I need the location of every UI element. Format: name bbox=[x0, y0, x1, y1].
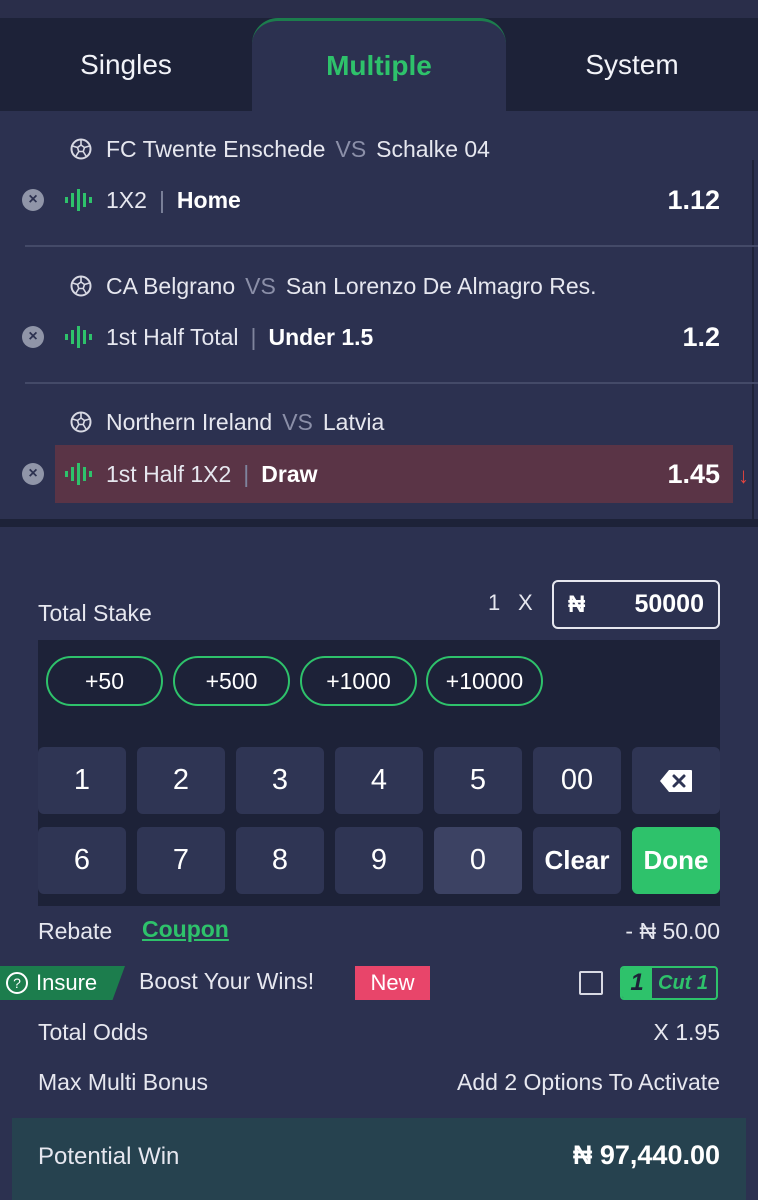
key-9[interactable]: 9 bbox=[335, 827, 423, 894]
vs-label: VS bbox=[282, 408, 313, 435]
tab-system[interactable]: System bbox=[506, 18, 758, 111]
backspace-button[interactable] bbox=[632, 747, 720, 814]
odds: 1.12 bbox=[667, 184, 720, 215]
max-bonus-value: Add 2 Options To Activate bbox=[457, 1069, 720, 1095]
multiply-sign: X bbox=[518, 590, 533, 615]
cut-one-number: 1 bbox=[622, 968, 652, 998]
home-team: FC Twente Enschede bbox=[106, 135, 326, 162]
vs-label: VS bbox=[335, 135, 367, 162]
away-team: Schalke 04 bbox=[376, 135, 490, 162]
match-title: CA Belgrano VS San Lorenzo De Almagro Re… bbox=[70, 269, 597, 303]
insure-label: Insure bbox=[36, 970, 98, 995]
cut-one-logo: 1 Cut 1 bbox=[620, 966, 718, 1000]
key-6[interactable]: 6 bbox=[38, 827, 126, 894]
remove-icon[interactable]: × bbox=[22, 326, 44, 348]
separator: | bbox=[250, 323, 257, 350]
football-icon bbox=[70, 411, 92, 433]
currency-symbol: ₦ bbox=[568, 590, 586, 618]
away-team: San Lorenzo De Almagro Res. bbox=[285, 272, 597, 299]
market: 1X2 | Home bbox=[106, 171, 241, 229]
key-5[interactable]: 5 bbox=[434, 747, 522, 814]
bet-type-tabs: Singles Multiple System bbox=[0, 18, 758, 111]
key-00[interactable]: 00 bbox=[533, 747, 621, 814]
live-bars-icon bbox=[65, 326, 92, 348]
help-icon: ? bbox=[6, 972, 28, 994]
live-bars-icon bbox=[65, 463, 92, 485]
market-name: 1X2 bbox=[106, 186, 147, 213]
live-bars-icon bbox=[65, 189, 92, 211]
potential-win-value: ₦ 97,440.00 bbox=[572, 1140, 720, 1170]
selection-row: × 1X2 | Home 1.12 bbox=[0, 171, 758, 229]
remove-icon[interactable]: × bbox=[22, 189, 44, 211]
remove-icon[interactable]: × bbox=[22, 463, 44, 485]
quick-add-button[interactable]: +500 bbox=[173, 656, 290, 706]
pick: Under 1.5 bbox=[268, 323, 374, 350]
key-2[interactable]: 2 bbox=[137, 747, 225, 814]
key-8[interactable]: 8 bbox=[236, 827, 324, 894]
stake-input[interactable]: ₦ 50000 bbox=[552, 580, 720, 629]
key-1[interactable]: 1 bbox=[38, 747, 126, 814]
done-button[interactable]: Done bbox=[632, 827, 720, 894]
rebate-label: Rebate bbox=[38, 918, 113, 944]
insure-tag[interactable]: ? Insure bbox=[0, 966, 125, 1000]
cut-one-text: Cut 1 bbox=[658, 971, 708, 994]
quick-add-button[interactable]: +50 bbox=[46, 656, 163, 706]
selection-row: × 1st Half Total | Under 1.5 1.2 bbox=[0, 308, 758, 366]
stake-amount: 50000 bbox=[634, 590, 704, 618]
tab-multiple[interactable]: Multiple bbox=[252, 18, 506, 111]
key-4[interactable]: 4 bbox=[335, 747, 423, 814]
match-title: FC Twente Enschede VS Schalke 04 bbox=[70, 132, 490, 166]
arrow-down-icon: ↓ bbox=[738, 463, 749, 488]
football-icon bbox=[70, 138, 92, 160]
match-title: Northern Ireland VS Latvia bbox=[70, 405, 384, 439]
new-badge: New bbox=[355, 966, 430, 1000]
stake-multiplier: 1 bbox=[488, 590, 501, 615]
key-7[interactable]: 7 bbox=[137, 827, 225, 894]
coupon-link[interactable]: Coupon bbox=[142, 916, 229, 943]
rebate-value: - ₦ 50.00 bbox=[625, 918, 720, 944]
clear-button[interactable]: Clear bbox=[533, 827, 621, 894]
divider bbox=[25, 245, 758, 247]
tab-singles[interactable]: Singles bbox=[0, 18, 252, 111]
quick-add-button[interactable]: +10000 bbox=[426, 656, 543, 706]
pick: Draw bbox=[261, 460, 318, 487]
market-name: 1st Half 1X2 bbox=[106, 460, 232, 487]
key-3[interactable]: 3 bbox=[236, 747, 324, 814]
pick: Home bbox=[176, 186, 241, 213]
total-odds-value: X 1.95 bbox=[653, 1019, 721, 1045]
quick-add-button[interactable]: +1000 bbox=[300, 656, 417, 706]
separator: | bbox=[158, 186, 165, 213]
odds: 1.2 bbox=[682, 321, 720, 352]
section-divider bbox=[0, 519, 758, 527]
market: 1st Half 1X2 | Draw bbox=[106, 445, 318, 503]
total-odds-label: Total Odds bbox=[38, 1019, 148, 1045]
key-0[interactable]: 0 bbox=[434, 827, 522, 894]
backspace-icon bbox=[660, 769, 692, 792]
away-team: Latvia bbox=[322, 408, 385, 435]
home-team: Northern Ireland bbox=[106, 408, 273, 435]
separator: | bbox=[243, 460, 250, 487]
selection-row: × 1st Half 1X2 | Draw 1.45 ↓ bbox=[0, 445, 758, 503]
market: 1st Half Total | Under 1.5 bbox=[106, 308, 373, 366]
football-icon bbox=[70, 275, 92, 297]
total-stake-label: Total Stake bbox=[38, 600, 152, 626]
insure-checkbox[interactable] bbox=[579, 971, 603, 995]
top-strip bbox=[0, 0, 758, 18]
odds: 1.45 bbox=[667, 458, 720, 489]
vs-label: VS bbox=[245, 272, 276, 299]
divider bbox=[25, 382, 758, 384]
market-name: 1st Half Total bbox=[106, 323, 239, 350]
potential-win-label: Potential Win bbox=[38, 1143, 180, 1170]
boost-text: Boost Your Wins! bbox=[139, 968, 315, 994]
home-team: CA Belgrano bbox=[106, 272, 236, 299]
max-bonus-label: Max Multi Bonus bbox=[38, 1069, 209, 1095]
